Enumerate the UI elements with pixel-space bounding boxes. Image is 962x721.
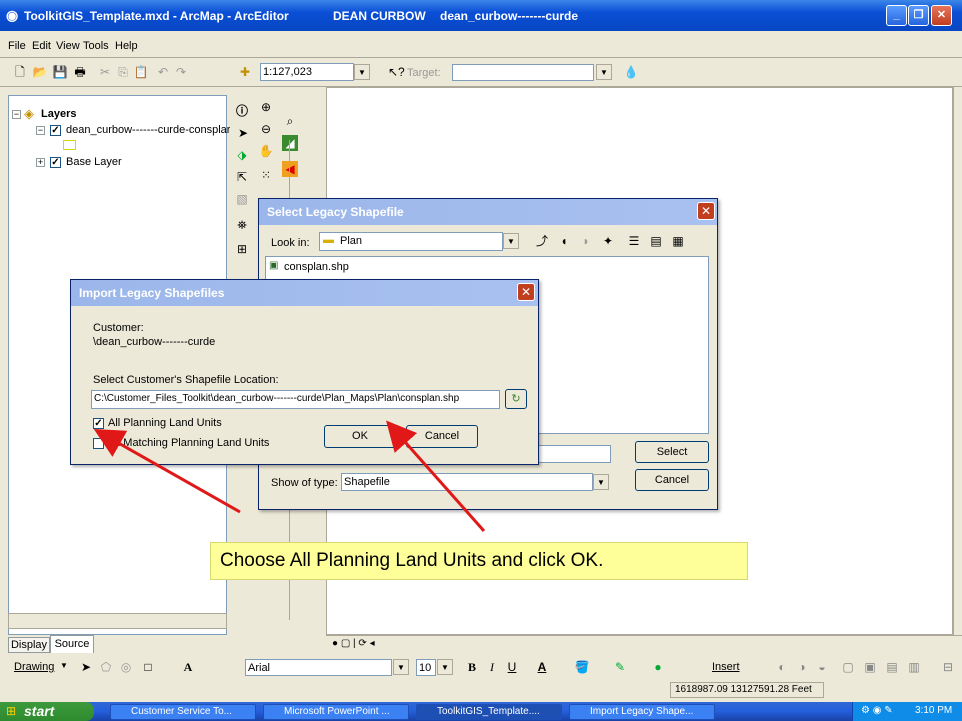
zoom-layout-icon[interactable]: ◐ <box>774 659 790 675</box>
text-icon[interactable]: A <box>180 659 196 675</box>
tray-icons[interactable]: ⚙ ◉ ✎ <box>861 705 893 716</box>
arrow-to-ok <box>386 420 486 532</box>
italic-icon[interactable]: I <box>484 659 500 675</box>
drawing-dropdown-icon[interactable]: ▼ <box>60 661 68 670</box>
font-select[interactable]: Arial <box>245 659 392 676</box>
line-color-icon[interactable]: ✎ <box>612 659 628 675</box>
page-fixed-icon[interactable]: ▤ <box>884 659 900 675</box>
fill-color-icon[interactable]: 🪣 <box>574 659 590 675</box>
marker-color-icon[interactable]: ● <box>650 659 666 675</box>
arrow-to-checkbox <box>93 429 241 514</box>
drawing-toolbar: Drawing ▼ ➤ ⬠ ◎ □ A Arial ▼ 10 ▼ B I U A… <box>0 653 962 681</box>
status-bar: 1618987.09 13127591.28 Feet <box>0 681 962 699</box>
task-import-legacy[interactable]: Import Legacy Shape... <box>569 704 715 720</box>
annotation-arrows <box>93 420 486 532</box>
task-customer-service[interactable]: Customer Service To... <box>110 704 256 720</box>
task-toolkitgis[interactable]: ToolkitGIS_Template.... <box>416 704 562 720</box>
zoom-out-layout-icon[interactable]: ◑ <box>794 659 810 675</box>
size-dropdown-icon[interactable]: ▼ <box>437 659 453 675</box>
select-elements-icon[interactable]: ➤ <box>78 659 94 675</box>
underline-icon[interactable]: U <box>504 659 520 675</box>
insert-menu[interactable]: Insert <box>712 661 740 673</box>
zoom-whole-page-icon[interactable]: ◎ <box>118 659 134 675</box>
page-layout-icon[interactable]: ▥ <box>906 659 922 675</box>
system-tray: ⚙ ◉ ✎ 3:10 PM <box>852 702 962 721</box>
instruction-callout: Choose All Planning Land Units and click… <box>210 542 748 580</box>
font-size-select[interactable]: 10 <box>416 659 436 676</box>
pan-layout-icon[interactable]: ◒ <box>814 659 830 675</box>
drawing-menu[interactable]: Drawing <box>14 661 54 673</box>
status-coordinates: 1618987.09 13127591.28 Feet <box>675 684 812 695</box>
page-icon[interactable]: ▢ <box>840 659 856 675</box>
rotate-icon[interactable]: ⬠ <box>98 659 114 675</box>
task-powerpoint[interactable]: Microsoft PowerPoint ... <box>263 704 409 720</box>
clock: 3:10 PM <box>915 705 953 716</box>
font-dropdown-icon[interactable]: ▼ <box>393 659 409 675</box>
bold-icon[interactable]: B <box>464 659 480 675</box>
taskbar: start ⊞ Customer Service To... Microsoft… <box>0 702 962 721</box>
rectangle-icon[interactable]: □ <box>140 659 156 675</box>
font-color-icon[interactable]: A <box>534 659 550 675</box>
toggle-view-icon[interactable]: ⊟ <box>940 659 956 675</box>
windows-logo-icon: ⊞ <box>6 704 17 718</box>
page-full-icon[interactable]: ▣ <box>862 659 878 675</box>
